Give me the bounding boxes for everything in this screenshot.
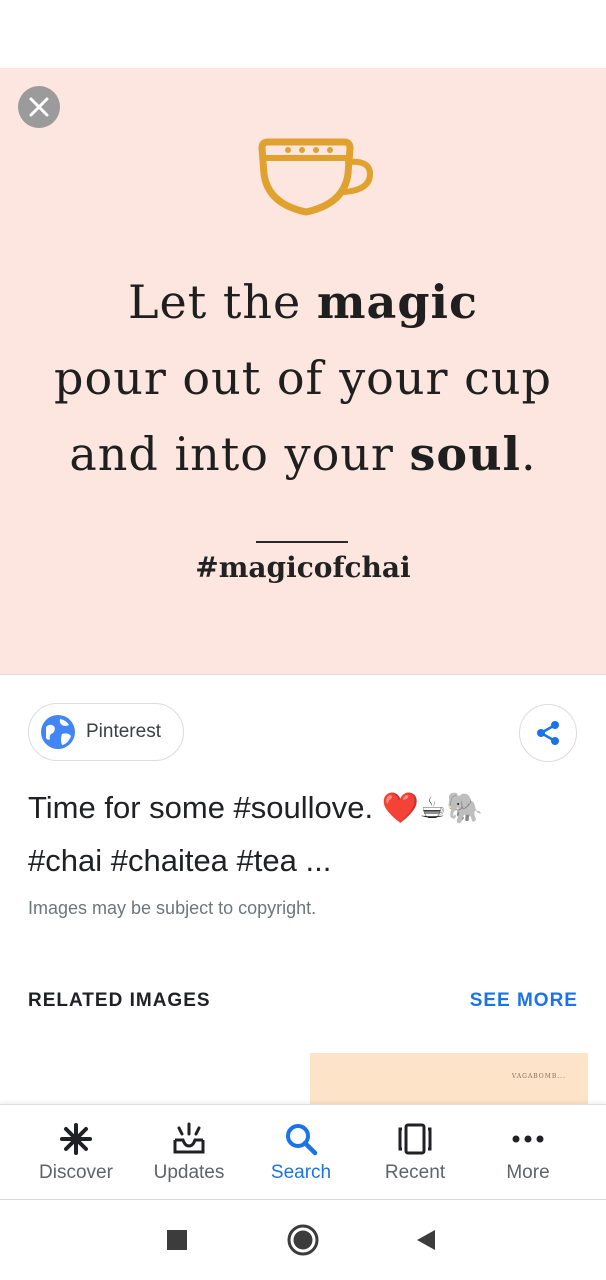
related-images-heading: RELATED IMAGES <box>28 990 211 1011</box>
quote-divider <box>256 541 348 543</box>
close-icon <box>29 97 49 117</box>
overview-button[interactable] <box>157 1200 197 1280</box>
more-dots-icon <box>512 1135 544 1143</box>
nav-updates[interactable]: Updates <box>134 1105 244 1201</box>
quote-text: Let the magic pour out of your cup and i… <box>54 275 552 481</box>
divider <box>0 674 606 675</box>
thumbnail-text: VAGABOMB... <box>511 1073 566 1080</box>
elephant-emoji: 🐘 <box>446 792 484 825</box>
copyright-notice: Images may be subject to copyright. <box>28 898 317 918</box>
search-icon <box>286 1124 318 1156</box>
home-circle-icon <box>287 1224 319 1256</box>
source-chip[interactable]: Pinterest <box>28 703 184 761</box>
hashtag-text: #magicofchai <box>195 551 411 584</box>
tea-cup-icon <box>258 138 374 216</box>
image-title: Time for some #soullove. ❤️☕🐘 #chai #cha… <box>28 790 484 878</box>
heart-emoji: ❤️ <box>381 792 420 825</box>
share-icon <box>537 721 559 745</box>
bottom-navigation: Discover Updates Search Recent More <box>0 1104 606 1201</box>
nav-discover[interactable]: Discover <box>21 1105 131 1201</box>
nav-search[interactable]: Search <box>246 1105 356 1201</box>
nav-more[interactable]: More <box>473 1105 583 1201</box>
source-label: Pinterest <box>86 721 161 742</box>
updates-icon <box>173 1122 205 1154</box>
top-bar <box>0 0 606 68</box>
image-preview: Let the magic pour out of your cup and i… <box>0 68 606 674</box>
back-button[interactable] <box>406 1200 446 1280</box>
globe-icon <box>41 715 75 749</box>
asterisk-icon <box>60 1123 92 1155</box>
close-button[interactable] <box>18 86 60 128</box>
square-icon <box>167 1230 187 1250</box>
system-navigation-bar <box>0 1200 606 1280</box>
nav-recent[interactable]: Recent <box>360 1105 470 1201</box>
back-triangle-icon <box>417 1230 435 1250</box>
share-button[interactable] <box>519 704 577 762</box>
cup-emoji: ☕ <box>419 792 447 825</box>
home-button[interactable] <box>282 1200 324 1280</box>
see-more-link[interactable]: SEE MORE <box>470 990 578 1012</box>
recent-icon <box>398 1123 432 1155</box>
